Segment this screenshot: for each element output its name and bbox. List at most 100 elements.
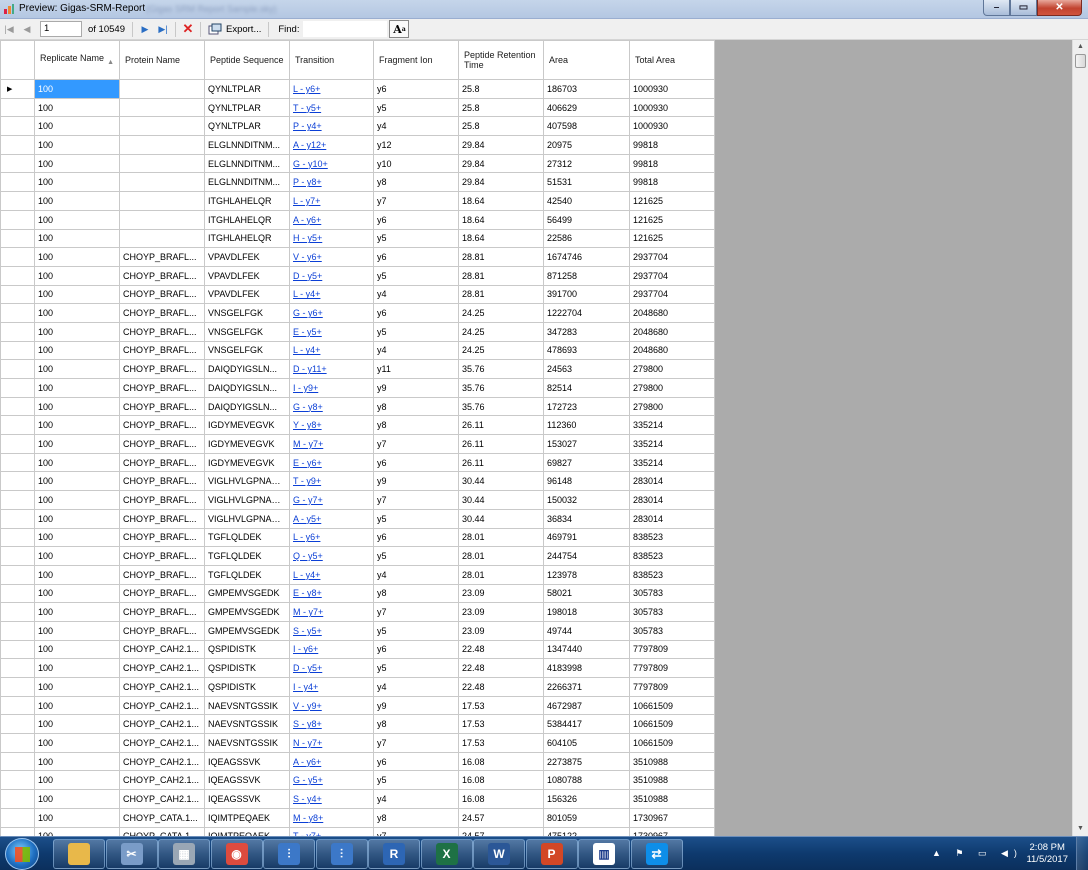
table-row[interactable]: 100 CHOYP_CATA.1... IQIMTPEQAEK M - y8+ y8 24… — [0, 807, 714, 828]
column-header-replicate-name[interactable]: ▲ Replicate Name — [34, 40, 120, 80]
transition-link[interactable]: M - y7+ — [289, 602, 374, 622]
stop-icon[interactable]: ✕ — [179, 20, 197, 38]
row-header[interactable] — [0, 714, 35, 735]
page-number-input[interactable]: 1 — [40, 21, 82, 37]
transition-link[interactable]: S - y5+ — [289, 620, 374, 641]
previous-page-icon[interactable]: ◀ — [18, 20, 36, 38]
transition-link[interactable]: P - y4+ — [289, 116, 374, 137]
table-row[interactable]: 100CHOYP_CATA.1...IQIMTPEQAEKT - y7+y724… — [0, 826, 714, 836]
transition-link[interactable]: V - y9+ — [289, 695, 374, 716]
table-row[interactable]: 100 CHOYP_BRAFL... DAIQDYIGSLN... I - y9+ y9… — [0, 378, 714, 398]
first-page-icon[interactable]: |◀ — [0, 20, 18, 38]
transition-link[interactable]: G - y8+ — [289, 396, 374, 417]
row-header[interactable] — [0, 116, 35, 137]
taskbar-app-word[interactable]: W — [473, 839, 525, 869]
transition-link[interactable]: M - y8+ — [289, 807, 374, 828]
row-header[interactable] — [0, 733, 35, 753]
column-header-area[interactable]: Area — [543, 40, 630, 80]
table-row[interactable]: 100 CHOYP_BRAFL... IGDYMEVEGVK E - y6+ y6 26.… — [0, 452, 714, 473]
vertical-scrollbar[interactable]: ▲ ▼ — [1072, 40, 1088, 836]
minimize-button[interactable]: – — [983, 0, 1010, 16]
row-header[interactable] — [0, 602, 35, 622]
transition-link[interactable]: D - y11+ — [289, 359, 374, 379]
row-header[interactable] — [0, 359, 35, 379]
table-row[interactable]: 100 CHOYP_BRAFL... VNSGELFGK L - y4+ y4 24.25… — [0, 340, 714, 361]
transition-link[interactable]: G - y6+ — [289, 303, 374, 323]
taskbar-app-file-explorer[interactable] — [53, 839, 105, 869]
row-header[interactable] — [0, 191, 35, 211]
row-header[interactable] — [0, 658, 35, 678]
transition-link[interactable]: A - y6+ — [289, 209, 374, 230]
transition-link[interactable]: D - y5+ — [289, 265, 374, 286]
font-size-button[interactable]: Aa — [389, 20, 410, 38]
table-row[interactable]: 100 CHOYP_BRAFL... VIGLHVLGPNAG... T - y9+ y… — [0, 471, 714, 492]
table-row[interactable]: 100 CHOYP_CAH2.1... NAEVSNTGSSIK S - y8+ y8 1… — [0, 714, 714, 735]
table-row[interactable]: 100 ITGHLAHELQR H - y5+ y5 18.64 22586 121625 — [0, 228, 714, 249]
table-row[interactable]: 100 CHOYP_CAH2.1... IQEAGSSVK S - y4+ y4 16.0… — [0, 789, 714, 809]
table-row[interactable]: 100 ELGLNNDITNM... A - y12+ y12 29.84 20975 99… — [0, 135, 714, 155]
report-grid[interactable]: ▲ Replicate Name Protein Name Peptide Seq… — [0, 40, 715, 836]
transition-link[interactable]: L - y4+ — [289, 284, 374, 305]
table-row[interactable]: 100 CHOYP_BRAFL... DAIQDYIGSLN... D - y11+ y… — [0, 359, 714, 379]
transition-link[interactable]: L - y4+ — [289, 564, 374, 585]
scroll-up-icon[interactable]: ▲ — [1073, 40, 1088, 54]
table-row[interactable]: 100 CHOYP_BRAFL... VNSGELFGK E - y5+ y5 24.25… — [0, 321, 714, 342]
row-header[interactable] — [0, 826, 35, 836]
row-header[interactable] — [0, 434, 35, 454]
scroll-down-icon[interactable]: ▼ — [1073, 822, 1088, 836]
transition-link[interactable]: T - y7+ — [289, 826, 374, 836]
show-desktop-button[interactable] — [1076, 837, 1088, 870]
column-header-protein-name[interactable]: Protein Name — [119, 40, 205, 80]
row-header[interactable] — [0, 247, 35, 267]
next-page-icon[interactable]: ▶ — [136, 20, 154, 38]
row-header[interactable] — [0, 172, 35, 193]
row-header[interactable] — [0, 508, 35, 529]
table-row[interactable]: ▶ 100 QYNLTPLAR L - y6+ y6 25.8 186703 1000930 — [0, 79, 714, 99]
transition-link[interactable]: E - y5+ — [289, 321, 374, 342]
table-row[interactable]: 100 ITGHLAHELQR A - y6+ y6 18.64 56499 121625 — [0, 209, 714, 230]
table-row[interactable]: 100 CHOYP_BRAFL... GMPEMVSGEDK S - y5+ y5 23.… — [0, 620, 714, 641]
row-header[interactable] — [0, 490, 35, 510]
transition-link[interactable]: A - y5+ — [289, 508, 374, 529]
table-row[interactable]: 100 QYNLTPLAR T - y5+ y5 25.8 406629 1000930 — [0, 97, 714, 118]
row-header[interactable] — [0, 770, 35, 791]
transition-link[interactable]: I - y4+ — [289, 677, 374, 697]
transition-link[interactable]: M - y7+ — [289, 434, 374, 454]
table-row[interactable]: 100 CHOYP_BRAFL... VPAVDLFEK D - y5+ y5 28.81… — [0, 265, 714, 286]
taskbar-app-excel[interactable]: X — [420, 839, 473, 869]
taskbar-app-skyline-daily[interactable]: ⫶ — [315, 839, 368, 869]
table-row[interactable]: 100 ELGLNNDITNM... P - y8+ y8 29.84 51531 9981… — [0, 172, 714, 193]
transition-link[interactable]: E - y8+ — [289, 583, 374, 604]
table-row[interactable]: 100 CHOYP_BRAFL... DAIQDYIGSLN... G - y8+ y8… — [0, 396, 714, 417]
transition-link[interactable]: L - y4+ — [289, 340, 374, 361]
table-row[interactable]: 100 CHOYP_BRAFL... VNSGELFGK G - y6+ y6 24.25… — [0, 303, 714, 323]
taskbar-app-r-console[interactable]: R — [368, 839, 420, 869]
row-header[interactable] — [0, 378, 35, 398]
taskbar-app-powerpoint[interactable]: P — [525, 839, 578, 869]
transition-link[interactable]: G - y10+ — [289, 153, 374, 174]
row-header[interactable] — [0, 564, 35, 585]
row-header[interactable] — [0, 695, 35, 716]
table-row[interactable]: 100 CHOYP_CAH2.1... QSPIDISTK I - y6+ y6 22.4… — [0, 639, 714, 660]
transition-link[interactable]: I - y9+ — [289, 378, 374, 398]
row-header[interactable] — [0, 677, 35, 697]
replicate-cell[interactable]: 100 — [34, 79, 120, 99]
row-header[interactable] — [0, 527, 35, 548]
find-input[interactable] — [303, 21, 388, 37]
table-row[interactable]: 100 ELGLNNDITNM... G - y10+ y10 29.84 27312 99… — [0, 153, 714, 174]
transition-link[interactable]: E - y6+ — [289, 452, 374, 473]
transition-link[interactable]: P - y8+ — [289, 172, 374, 193]
taskbar-app-chart-app[interactable]: ▥ — [578, 839, 630, 869]
column-header-retention-time[interactable]: Peptide Retention Time — [458, 40, 544, 80]
table-row[interactable]: 100 CHOYP_CAH2.1... NAEVSNTGSSIK N - y7+ y7 1… — [0, 733, 714, 753]
table-row[interactable]: 100 CHOYP_CAH2.1... QSPIDISTK D - y5+ y5 22.4… — [0, 658, 714, 678]
table-row[interactable]: 100 CHOYP_CAH2.1... NAEVSNTGSSIK V - y9+ y9 1… — [0, 695, 714, 716]
column-header-transition[interactable]: Transition — [289, 40, 374, 80]
maximize-button[interactable]: ▭ — [1010, 0, 1037, 16]
row-header[interactable] — [0, 135, 35, 155]
taskbar-app-chrome[interactable]: ◉ — [210, 839, 263, 869]
transition-link[interactable]: T - y5+ — [289, 97, 374, 118]
column-header-total-area[interactable]: Total Area — [629, 40, 714, 80]
table-row[interactable]: 100 CHOYP_BRAFL... VIGLHVLGPNAG... A - y5+ y… — [0, 508, 714, 529]
transition-link[interactable]: D - y5+ — [289, 658, 374, 678]
